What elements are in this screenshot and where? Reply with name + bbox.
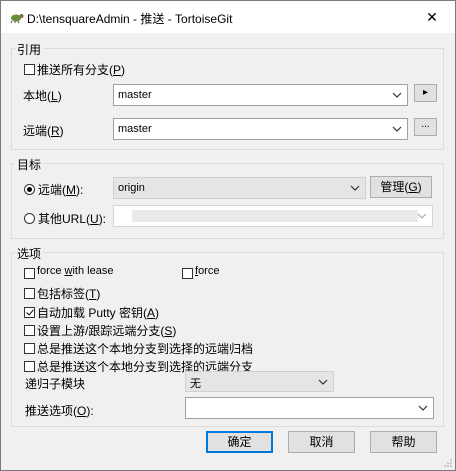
window-title: D:\tensquareAdmin - 推送 - TortoiseGit (27, 12, 233, 26)
arrow-right-icon: ▸ (422, 87, 429, 98)
remote-branch-label: 远端(R) (23, 124, 64, 138)
set-upstream-label[interactable]: 设置上游/跟踪远端分支(S) (37, 322, 176, 339)
force-with-lease-checkbox[interactable] (24, 268, 35, 279)
remote-radio[interactable] (24, 184, 35, 195)
push-options-label: 推送选项(O): (25, 404, 94, 418)
remote-value: origin (118, 182, 145, 194)
chevron-down-icon (318, 379, 328, 385)
chevron-down-icon (392, 126, 402, 132)
chevron-down-icon (350, 185, 360, 191)
include-tags-label[interactable]: 包括标签(T) (37, 285, 100, 302)
autoload-putty-checkbox[interactable] (24, 307, 35, 318)
force-label[interactable]: force (195, 265, 219, 277)
other-url-combo[interactable] (113, 205, 433, 227)
recurse-submodules-value: 无 (190, 378, 201, 390)
push-dialog-window: D:\tensquareAdmin - 推送 - TortoiseGit ✕ 引… (0, 0, 456, 471)
local-branch-value: master (118, 89, 152, 101)
ok-button[interactable]: 确定 (206, 431, 273, 453)
chevron-down-icon (417, 213, 427, 219)
always-push-branch-checkbox[interactable] (24, 361, 35, 372)
other-url-radio[interactable] (24, 213, 35, 224)
manage-button[interactable]: 管理(G) (370, 176, 432, 198)
other-url-radio-label[interactable]: 其他URL(U): (38, 210, 106, 227)
tortoisegit-icon (10, 14, 24, 24)
include-tags-checkbox[interactable] (24, 288, 35, 299)
set-upstream-checkbox[interactable] (24, 325, 35, 336)
title-bar: D:\tensquareAdmin - 推送 - TortoiseGit ✕ (1, 1, 455, 33)
recurse-submodules-label: 递归子模块 (25, 377, 86, 391)
remote-combo[interactable]: origin (113, 177, 366, 199)
recurse-submodules-combo[interactable]: 无 (185, 371, 334, 392)
cancel-button[interactable]: 取消 (288, 431, 355, 453)
push-all-branches-label[interactable]: 推送所有分支(P) (37, 61, 125, 78)
chevron-down-icon (392, 92, 402, 98)
ref-group-label: 引用 (15, 41, 44, 58)
force-with-lease-label[interactable]: force with lease (37, 265, 113, 277)
close-button[interactable]: ✕ (409, 1, 455, 33)
resize-grip-icon[interactable] (443, 458, 453, 468)
push-all-branches-checkbox[interactable] (24, 64, 35, 75)
options-group-label: 选项 (15, 245, 44, 262)
local-branch-combo[interactable]: master (113, 84, 408, 106)
target-group (11, 163, 444, 239)
remote-branch-value: master (118, 123, 152, 135)
close-icon: ✕ (426, 9, 438, 25)
autoload-putty-label[interactable]: 自动加载 Putty 密钥(A) (37, 304, 159, 321)
target-group-label: 目标 (15, 156, 44, 173)
remote-branch-combo[interactable]: master (113, 118, 408, 140)
force-checkbox[interactable] (182, 268, 193, 279)
remote-radio-label[interactable]: 远端(M): (38, 181, 83, 198)
remote-branch-more-button[interactable]: ... (414, 118, 437, 136)
local-branch-label: 本地(L) (23, 89, 62, 103)
chevron-down-icon (418, 405, 428, 411)
help-button[interactable]: 帮助 (370, 431, 437, 453)
always-push-archive-label[interactable]: 总是推送这个本地分支到选择的远端归档 (37, 340, 253, 357)
ellipsis-icon: ... (421, 119, 430, 130)
push-options-combo[interactable] (185, 397, 434, 419)
local-branch-more-button[interactable]: ▸ (414, 84, 437, 102)
always-push-archive-checkbox[interactable] (24, 343, 35, 354)
